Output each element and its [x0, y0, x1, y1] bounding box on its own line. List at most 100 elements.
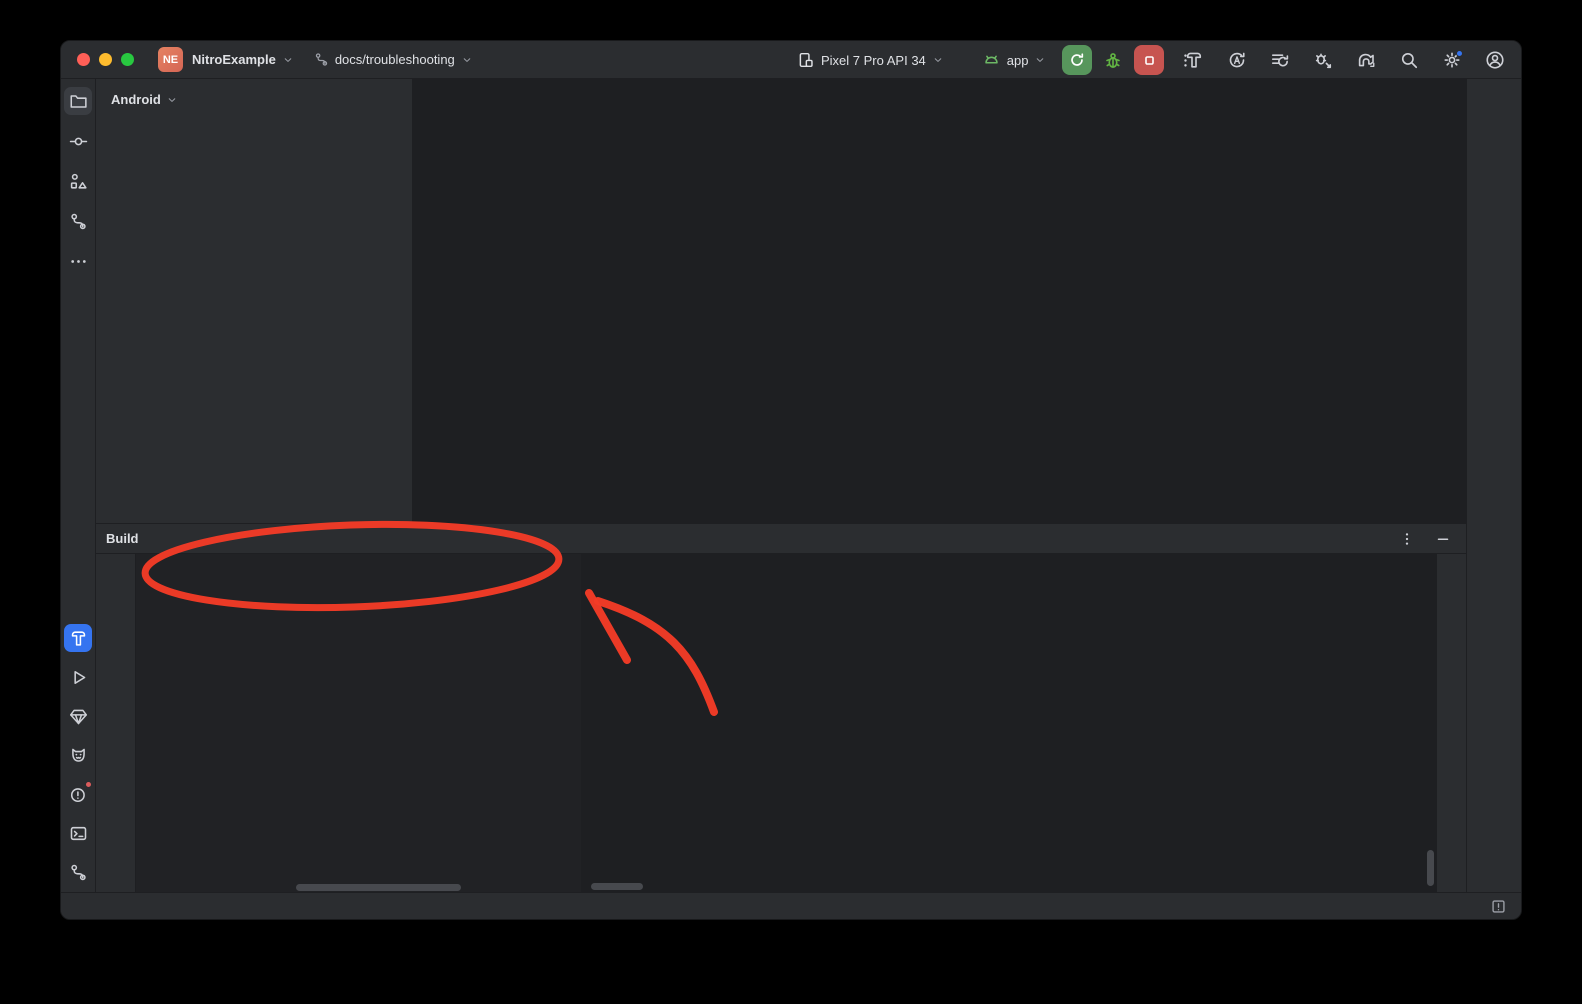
titlebar: NE NitroExample docs/troubleshooting Pix… [61, 41, 1521, 79]
resource-manager-icon [69, 172, 88, 191]
terminal-button[interactable] [64, 819, 92, 847]
status-bar [61, 892, 1521, 919]
project-panel: Android [96, 79, 413, 523]
chevron-down-icon [282, 54, 294, 66]
desktop: NE NitroExample docs/troubleshooting Pix… [0, 0, 1582, 1004]
run-configuration-name: app [1007, 53, 1029, 68]
pull-requests-button[interactable] [64, 207, 92, 235]
rerun-icon [1068, 51, 1086, 69]
event-alert-icon [1490, 898, 1507, 915]
run-configuration-selector[interactable]: app [982, 51, 1047, 70]
close-button[interactable] [77, 53, 90, 66]
project-name: NitroExample [192, 52, 276, 67]
terminal-icon [69, 824, 88, 843]
console-horizontal-scrollbar[interactable] [591, 883, 643, 890]
apply-code-changes-button[interactable] [1269, 49, 1291, 71]
window-controls [77, 53, 134, 66]
problems-icon [69, 785, 88, 804]
version-control-icon [69, 863, 88, 882]
right-tool-strip [1466, 79, 1521, 894]
zoom-button[interactable] [121, 53, 134, 66]
app-quality-insights-button[interactable] [64, 702, 92, 730]
build-body [96, 554, 1466, 894]
logcat-button[interactable] [64, 741, 92, 769]
badge-dot [85, 781, 92, 788]
main-toolbar [1183, 41, 1506, 79]
build-panel-title: Build [106, 531, 139, 546]
chevron-down-icon [166, 94, 178, 106]
app-quality-insights-icon [69, 707, 88, 726]
badge-dot [1456, 50, 1463, 57]
left-strip-top [61, 87, 95, 275]
build-header-actions [1398, 530, 1452, 548]
build-console [581, 554, 1436, 894]
event-log-button[interactable] [1489, 897, 1507, 915]
apply-changes-restart-button[interactable] [1226, 49, 1248, 71]
chevron-down-icon [461, 54, 473, 66]
pull-requests-icon [69, 212, 88, 231]
build-tool-window: Build [96, 523, 1466, 894]
device-selector[interactable]: Pixel 7 Pro API 34 [797, 51, 944, 69]
build-project-icon [1184, 50, 1204, 70]
device-icon [797, 51, 815, 69]
android-icon [982, 51, 1001, 70]
minimize-icon [1435, 531, 1451, 547]
run-widget-group: Pixel 7 Pro API 34 app [797, 41, 1196, 79]
apply-code-changes-icon [1270, 50, 1290, 70]
run-icon [69, 668, 88, 687]
project-tree [96, 111, 412, 118]
gradle-sync-icon [1356, 50, 1376, 70]
chevron-down-icon [932, 54, 944, 66]
project-view-label: Android [111, 92, 161, 107]
project-view-selector[interactable]: Android [96, 79, 412, 111]
rerun-button[interactable] [1062, 45, 1092, 75]
chevron-down-icon [1034, 54, 1046, 66]
apply-changes-restart-icon [1227, 50, 1247, 70]
attach-debugger-button[interactable] [1312, 49, 1334, 71]
build-icon [69, 629, 88, 648]
minimize-button[interactable] [99, 53, 112, 66]
kebab-icon [1399, 531, 1415, 547]
search-everywhere-button[interactable] [1398, 49, 1420, 71]
project-switcher[interactable]: NitroExample [192, 52, 294, 67]
build-left-strip [96, 554, 136, 894]
stop-button[interactable] [1134, 45, 1164, 75]
resource-manager-button[interactable] [64, 167, 92, 195]
search-everywhere-icon [1399, 50, 1419, 70]
logcat-icon [69, 746, 88, 765]
attach-debugger-icon [1313, 50, 1333, 70]
problems-button[interactable] [64, 780, 92, 808]
profile-icon [1485, 50, 1505, 70]
branch-name: docs/troubleshooting [335, 52, 455, 67]
hide-panel-button[interactable] [1434, 530, 1452, 548]
project-icon [69, 92, 88, 111]
more-tool-windows-icon [69, 252, 88, 271]
build-header: Build [96, 524, 1466, 554]
build-right-strip [1436, 554, 1466, 894]
left-strip-bottom [61, 624, 95, 886]
console-vertical-scrollbar[interactable] [1427, 850, 1434, 886]
stop-icon [1141, 52, 1158, 69]
build-project-button[interactable] [1183, 49, 1205, 71]
debug-button[interactable] [1100, 47, 1126, 73]
version-control-button[interactable] [64, 858, 92, 886]
commit-icon [69, 132, 88, 151]
bug-icon [1103, 50, 1123, 70]
settings-button[interactable] [1441, 49, 1463, 71]
main-area: Android Build [61, 79, 1521, 894]
run-button[interactable] [64, 663, 92, 691]
build-options-button[interactable] [1398, 530, 1416, 548]
build-output-tree [136, 554, 581, 894]
gradle-sync-button[interactable] [1355, 49, 1377, 71]
more-tool-windows-button[interactable] [64, 247, 92, 275]
project-badge: NE [158, 47, 183, 72]
project-button[interactable] [64, 87, 92, 115]
commit-button[interactable] [64, 127, 92, 155]
branch-switcher[interactable]: docs/troubleshooting [314, 52, 473, 67]
build-button[interactable] [64, 624, 92, 652]
ide-window: NE NitroExample docs/troubleshooting Pix… [60, 40, 1522, 920]
tree-horizontal-scrollbar[interactable] [296, 884, 461, 891]
git-branch-icon [314, 52, 329, 67]
profile-button[interactable] [1484, 49, 1506, 71]
left-tool-strip [61, 79, 96, 894]
